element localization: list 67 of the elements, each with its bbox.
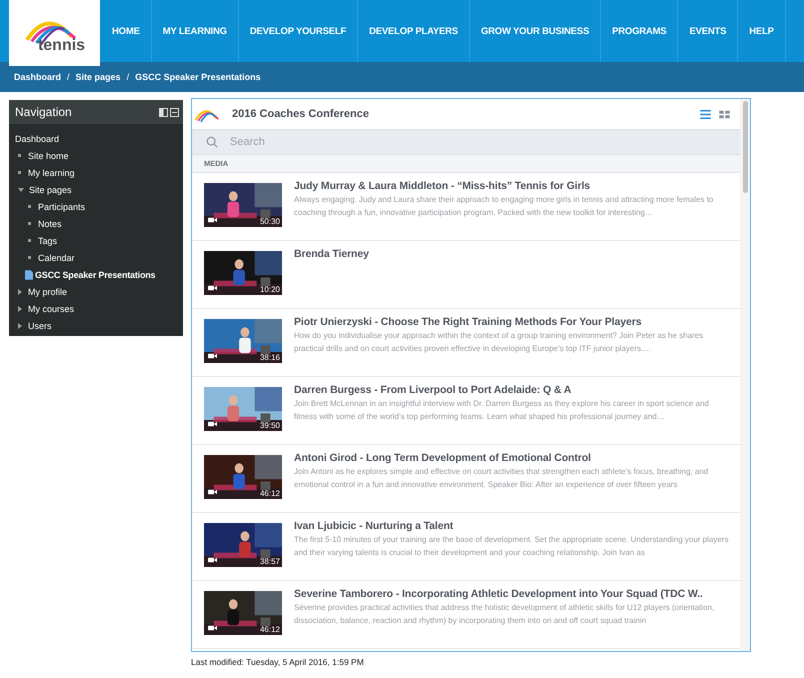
tree-link[interactable]: My learning bbox=[28, 168, 75, 178]
tree-link[interactable]: Calendar bbox=[38, 252, 75, 262]
duration-label: 38:16 bbox=[260, 353, 280, 362]
video-camera-icon bbox=[208, 489, 217, 495]
duration-label: 39:50 bbox=[260, 421, 280, 430]
search-field[interactable]: Search bbox=[192, 130, 740, 154]
tree-link[interactable]: Site home bbox=[28, 150, 69, 160]
bullet-icon bbox=[28, 222, 31, 225]
bullet-icon bbox=[28, 256, 31, 259]
duration-label: 46:12 bbox=[260, 625, 280, 634]
breadcrumb-separator: / bbox=[67, 72, 70, 82]
block-title: Navigation bbox=[15, 105, 72, 119]
media-description: Join Antoni as he explores simple and effective on court activities that strengthen each athlete’s focus, breathing, and emotional control in a fun and innovative environment. Speaker Bio: After an experience of over fifteen years bbox=[294, 466, 710, 491]
bullet-icon bbox=[18, 154, 21, 157]
media-description: Always engaging. Judy and Laura share their approach to engaging more girls in tennis and attracting more females to coaching through a fun, innovative participation program. Packed with the new toolkit for interesting… bbox=[294, 194, 714, 219]
video-camera-icon bbox=[208, 421, 217, 427]
duration-label: 50:30 bbox=[260, 217, 280, 226]
tree-link[interactable]: Site pages bbox=[29, 184, 72, 194]
video-camera-icon bbox=[208, 285, 217, 291]
duration-label: 38:57 bbox=[260, 557, 280, 566]
tree-link[interactable]: Participants bbox=[38, 202, 86, 212]
list-view-icon[interactable] bbox=[700, 110, 711, 118]
media-title[interactable]: Severine Tamborero - Incorporating Athletic Development into Your Squad (TDC W.. bbox=[294, 588, 734, 600]
media-title[interactable]: Antoni Girod - Long Term Development of Emotional Control bbox=[294, 452, 734, 464]
video-camera-icon bbox=[208, 625, 217, 631]
breadcrumb-separator: / bbox=[126, 72, 130, 82]
scrollbar[interactable] bbox=[740, 99, 750, 651]
logo-text: tennis bbox=[38, 37, 86, 55]
media-title[interactable]: Judy Murray & Laura Middleton - “Miss-hits” Tennis for Girls bbox=[294, 180, 734, 192]
media-description: The first 5-10 minutes of your training are the base of development. Set the appropriate scene. Understanding your players and their varying talents is crucial to their development and your coaching relationship. Join Ivan as bbox=[294, 534, 730, 559]
document-icon bbox=[25, 270, 33, 280]
tree-link[interactable]: Tags bbox=[38, 236, 58, 246]
media-title[interactable]: Brenda Tierney bbox=[294, 248, 369, 260]
caret-icon[interactable] bbox=[18, 306, 22, 312]
media-title[interactable]: Darren Burgess - From Liverpool to Port Adelaide: Q & A bbox=[294, 384, 734, 396]
caret-icon[interactable] bbox=[18, 288, 22, 294]
tree-link[interactable]: Notes bbox=[38, 218, 62, 228]
logo-tile[interactable]: tennis bbox=[9, 0, 100, 66]
gallery-title: 2016 Coaches Conference bbox=[232, 108, 370, 120]
bullet-icon bbox=[18, 171, 21, 174]
tree-link[interactable]: Users bbox=[28, 320, 52, 330]
media-title[interactable]: Ivan Ljubicic - Nurturing a Talent bbox=[294, 520, 734, 532]
duration-label: 10:20 bbox=[260, 285, 280, 294]
tree-link[interactable]: Dashboard bbox=[15, 134, 60, 144]
bullet-icon bbox=[28, 205, 31, 208]
search-icon bbox=[206, 136, 218, 148]
video-camera-icon bbox=[208, 217, 217, 223]
caret-icon[interactable] bbox=[18, 322, 22, 328]
breadcrumb-link[interactable]: Site pages bbox=[76, 72, 121, 82]
media-description: Join Brett McLennan in an insightful interview with Dr. Darren Burgess as they explore his career in sport science and fitness with some of the world’s top performing teams. Learn what shaped his professional journey and… bbox=[294, 398, 710, 423]
breadcrumb-link[interactable]: GSCC Speaker Presentations bbox=[135, 72, 261, 82]
breadcrumb-link[interactable]: Dashboard bbox=[14, 72, 62, 82]
media-description: How do you individualise your approach within the context of a group training environment? Join Peter as he shares practical drills and on court activities proven effective in developing Europe’s top ITF junior players.… bbox=[294, 330, 704, 355]
grid-view-icon[interactable] bbox=[719, 110, 730, 118]
media-title[interactable]: Piotr Unierzyski - Choose The Right Training Methods For Your Players bbox=[294, 316, 734, 328]
tree-link[interactable]: My profile bbox=[28, 286, 68, 296]
collapse-icon[interactable] bbox=[170, 108, 179, 116]
duration-label: 46:12 bbox=[260, 489, 280, 498]
bullet-icon bbox=[28, 239, 31, 242]
dock-icon[interactable] bbox=[159, 108, 168, 116]
video-camera-icon bbox=[208, 353, 217, 359]
media-description: Séverine provides practical activities that address the holistic development of athletic skills for U12 players (orientation, dissociation, balance, reaction and rhythm) by incorporating them into on and off court squad trainin bbox=[294, 602, 716, 627]
tree-link[interactable]: My courses bbox=[28, 304, 74, 314]
caret-icon[interactable] bbox=[18, 188, 24, 192]
tree-link[interactable]: GSCC Speaker Presentations bbox=[35, 270, 156, 280]
video-camera-icon bbox=[208, 557, 217, 563]
last-modified-text: Last modified: Tuesday, 5 April 2016, 1:59 PM bbox=[191, 657, 365, 667]
